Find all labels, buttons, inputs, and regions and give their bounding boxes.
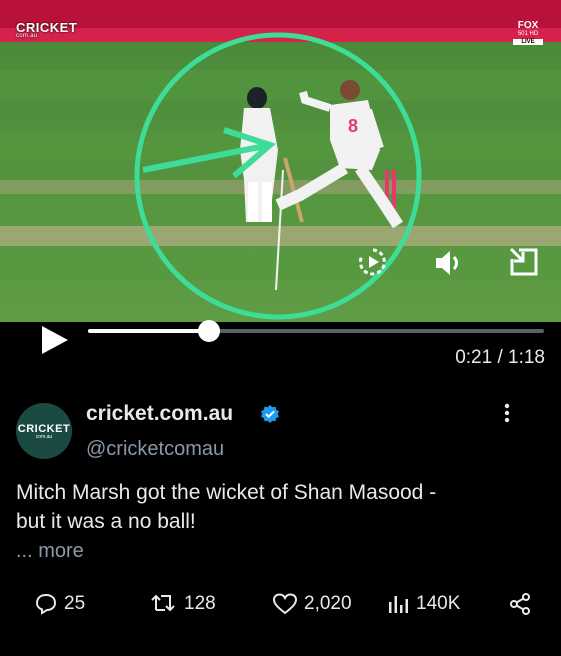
fox-badge: FOX 501 HD LIVE [513,20,543,45]
reply-button[interactable]: 25 [34,592,85,616]
views-chart-icon [389,596,408,613]
progress-thumb[interactable] [198,320,221,342]
svg-text:8: 8 [348,116,358,136]
video-frame: 8 [0,0,561,322]
like-count: 2,020 [304,593,352,614]
avatar-subtext: com.au [35,433,53,440]
play-icon[interactable] [40,326,68,354]
share-icon [510,593,530,615]
tweet-text-line-1: Mitch Marsh got the wicket of Shan Masoo… [16,481,437,504]
video-player[interactable]: 8 CRICKET com.au FOX 501 HD LIVE [0,0,561,322]
volume-icon[interactable] [433,248,465,278]
tweet-text: Mitch Marsh got the wicket of Shan Masoo… [16,478,536,536]
progress-track[interactable] [88,320,544,342]
repost-icon [151,594,175,612]
live-badge: LIVE [513,39,543,45]
views-button[interactable]: 140K [388,592,460,616]
fox-channel: 501 HD [517,31,539,37]
replay-icon[interactable] [356,246,390,278]
heart-icon [272,593,298,615]
fox-logo: FOX [517,20,539,31]
repost-button[interactable]: 128 [150,592,216,616]
minimize-icon[interactable] [508,246,540,278]
reply-icon [35,593,57,615]
time-display: 0:21 / 1:18 [455,347,545,368]
action-bar: 25 128 2,020 140K [0,592,561,622]
view-count: 140K [416,593,461,614]
progress-fill [88,329,210,333]
cricket-logo: CRICKET com.au [16,20,77,39]
like-button[interactable]: 2,020 [272,592,352,616]
verified-badge-icon [260,404,280,424]
more-options-icon[interactable] [500,402,514,424]
more-link[interactable]: ... more [16,540,84,563]
handle[interactable]: @cricketcomau [86,438,224,461]
avatar[interactable]: CRICKET com.au [16,403,72,459]
tweet-text-line-2: but it was a no ball! [16,510,196,533]
display-name[interactable]: cricket.com.au [86,402,233,426]
reply-count: 25 [64,593,86,614]
share-button[interactable] [508,592,532,616]
repost-count: 128 [184,593,216,614]
